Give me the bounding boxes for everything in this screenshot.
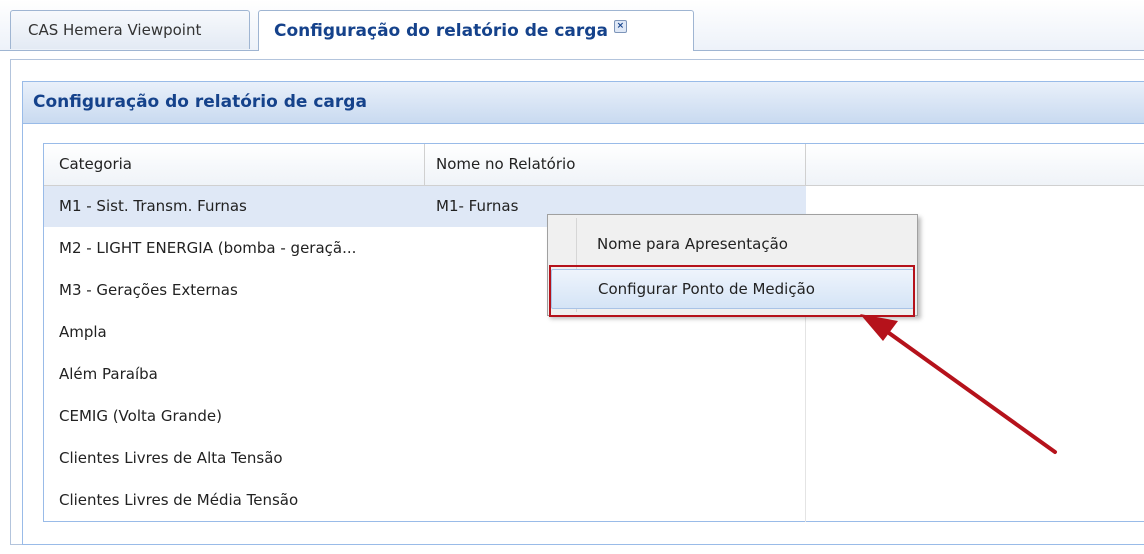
table-row[interactable]: Clientes Livres de Alta Tensão (44, 438, 806, 479)
cell-categoria: CEMIG (Volta Grande) (59, 407, 222, 425)
menu-item-configurar-ponto-de-medicao[interactable]: Configurar Ponto de Medição (551, 269, 914, 309)
cell-categoria: M3 - Gerações Externas (59, 281, 238, 299)
panel-title: Configuração do relatório de carga (33, 92, 367, 112)
context-menu: Nome para Apresentação Configurar Ponto … (547, 214, 918, 316)
column-header-nome-no-relatorio[interactable]: Nome no Relatório (425, 144, 806, 185)
cell-categoria: Ampla (59, 323, 107, 341)
table-row[interactable]: Ampla (44, 312, 806, 353)
category-grid: Categoria Nome no Relatório M1 - Sist. T… (43, 143, 1144, 522)
grid-header: Categoria Nome no Relatório (44, 144, 1144, 186)
tab-cas-hemera-viewpoint[interactable]: CAS Hemera Viewpoint (10, 10, 250, 49)
cell-nome (436, 480, 796, 521)
tab-bar: CAS Hemera Viewpoint Configuração do rel… (0, 0, 1144, 51)
column-header-empty (806, 144, 1144, 185)
tab-configuracao-relatorio[interactable]: Configuração do relatório de carga × (258, 10, 694, 51)
table-row[interactable]: CEMIG (Volta Grande) (44, 396, 806, 437)
table-row[interactable]: Clientes Livres de Média Tensão (44, 480, 806, 521)
tab-label: CAS Hemera Viewpoint (28, 21, 202, 39)
column-header-categoria[interactable]: Categoria (44, 144, 425, 185)
cell-nome (436, 312, 796, 353)
table-row[interactable]: Além Paraíba (44, 354, 806, 395)
cell-categoria: Clientes Livres de Média Tensão (59, 491, 299, 509)
cell-categoria: Clientes Livres de Alta Tensão (59, 449, 283, 467)
cell-nome (436, 354, 796, 395)
cell-nome (436, 396, 796, 437)
menu-item-nome-para-apresentacao[interactable]: Nome para Apresentação (551, 224, 914, 264)
cell-categoria: Além Paraíba (59, 365, 158, 383)
cell-nome (436, 438, 796, 479)
cell-categoria: M1 - Sist. Transm. Furnas (59, 197, 247, 215)
close-icon[interactable]: × (613, 19, 627, 33)
cell-categoria: M2 - LIGHT ENERGIA (bomba - geraçã... (59, 239, 357, 257)
tab-label: Configuração do relatório de carga (274, 21, 608, 41)
panel-header: Configuração do relatório de carga (23, 82, 1144, 124)
